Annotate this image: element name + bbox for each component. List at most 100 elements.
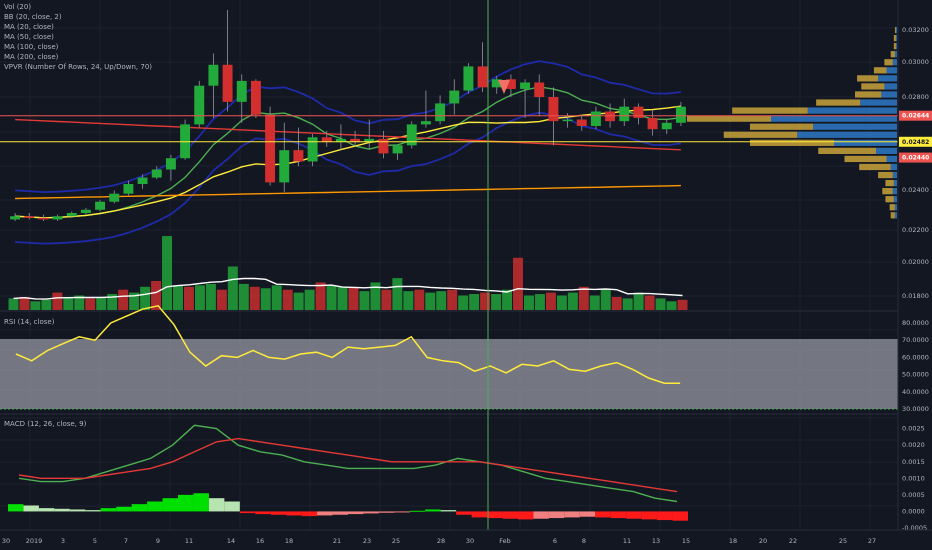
macd-histogram-bar	[100, 508, 117, 512]
macd-histogram-bar	[579, 511, 596, 517]
candle-body[interactable]	[435, 103, 446, 122]
legend-ma50[interactable]: MA (50, close)	[4, 33, 54, 41]
candle-body[interactable]	[675, 106, 686, 123]
candle-body[interactable]	[222, 64, 233, 102]
candle-body[interactable]	[633, 106, 644, 118]
volume-bar	[271, 285, 282, 310]
candle-body[interactable]	[279, 150, 290, 183]
macd-histogram-bar	[348, 511, 364, 515]
candle-body[interactable]	[420, 121, 431, 125]
candle-body[interactable]	[137, 177, 148, 184]
macd-histogram-bar	[672, 511, 688, 521]
legend-ma200[interactable]: MA (200, close)	[4, 53, 59, 61]
candle-body[interactable]	[477, 66, 488, 88]
candle-body[interactable]	[449, 90, 460, 104]
candle-body[interactable]	[548, 97, 559, 122]
candle-body[interactable]	[52, 216, 63, 220]
macd-histogram-bar	[116, 506, 132, 512]
volume-bar	[238, 283, 249, 310]
volume-profile-up-bar	[895, 34, 897, 42]
candle-body[interactable]	[165, 158, 176, 170]
macd-histogram-bar	[23, 505, 39, 512]
candle-body[interactable]	[534, 82, 545, 98]
candle-body[interactable]	[265, 114, 276, 183]
rsi-axis-tick: 40.0000	[902, 388, 929, 396]
candle-body[interactable]	[123, 184, 134, 194]
volume-profile-down-bar	[750, 139, 834, 146]
candle-body[interactable]	[236, 80, 247, 102]
candle-body[interactable]	[605, 111, 616, 122]
candle-body[interactable]	[109, 193, 120, 202]
candle-body[interactable]	[619, 106, 630, 122]
candle-body[interactable]	[562, 119, 573, 122]
candle-body[interactable]	[576, 119, 587, 126]
macd-histogram-bar	[641, 511, 658, 520]
legend-vol[interactable]: Vol (20)	[4, 3, 31, 11]
macd-histogram-bar	[610, 511, 627, 519]
macd-histogram-bar	[85, 510, 101, 512]
legend-ma20[interactable]: MA (20, close)	[4, 23, 54, 31]
candle-body[interactable]	[307, 137, 318, 162]
volume-bar	[381, 289, 392, 310]
macd-axis-tick: 0.0000	[902, 507, 925, 515]
volume-bar	[633, 292, 644, 310]
candle-body[interactable]	[378, 138, 389, 154]
candle-body[interactable]	[24, 216, 35, 218]
volume-bar	[249, 286, 260, 310]
candle-body[interactable]	[38, 217, 49, 220]
volume-profile-up-bar	[884, 83, 897, 90]
candle-body[interactable]	[250, 80, 261, 115]
candle-body[interactable]	[392, 145, 403, 154]
time-axis-tick: 14	[227, 537, 235, 545]
candle-body[interactable]	[10, 216, 21, 220]
macd-histogram-bar	[487, 511, 503, 519]
price-axis-tick: 0.02000	[902, 258, 929, 266]
candle-body[interactable]	[647, 117, 658, 130]
time-axis-tick: 28	[437, 537, 445, 545]
candle-body[interactable]	[520, 82, 531, 89]
legend-bb[interactable]: BB (20, close, 2)	[4, 13, 62, 21]
macd-histogram-bar	[533, 511, 549, 519]
macd-axis-tick: 0.0015	[902, 458, 925, 466]
volume-profile-down-bar	[723, 131, 798, 138]
volume-bar	[194, 285, 205, 310]
candle-body[interactable]	[463, 66, 474, 91]
time-axis-tick: Feb	[499, 537, 511, 545]
macd-histogram-bar	[301, 511, 318, 517]
volume-bar	[622, 298, 633, 310]
volume-profile-down-bar	[878, 171, 893, 179]
legend-vpvr[interactable]: VPVR (Number Of Rows, 24, Up/Down, 70)	[4, 63, 152, 71]
volume-bar	[502, 289, 513, 310]
volume-bar	[425, 292, 436, 310]
candle-body[interactable]	[661, 122, 672, 130]
legend-rsi[interactable]: RSI (14, close)	[4, 318, 55, 326]
volume-profile-up-bar	[813, 123, 897, 130]
legend-ma100[interactable]: MA (100, close)	[4, 43, 59, 51]
macd-histogram-bar	[564, 511, 580, 518]
volume-bar	[436, 291, 447, 310]
rsi-axis-tick: 30.0000	[902, 405, 929, 413]
volume-profile-up-bar	[797, 131, 897, 138]
candle-body[interactable]	[194, 85, 205, 125]
volume-bar	[118, 289, 129, 310]
macd-axis-tick: 0.0020	[902, 441, 925, 449]
candle-body[interactable]	[151, 169, 162, 178]
macd-histogram-bar	[208, 498, 225, 512]
volume-profile-up-bar	[771, 115, 897, 122]
time-axis-tick: 13	[652, 537, 660, 545]
candle-body[interactable]	[590, 111, 601, 127]
candle-body[interactable]	[95, 201, 106, 210]
legend-macd[interactable]: MACD (12, 26, close, 9)	[4, 420, 87, 428]
volume-bar	[392, 278, 403, 310]
candle-body[interactable]	[293, 150, 304, 162]
chart-canvas[interactable]: 0.03200 0.03000 0.02800 0.02400 0.02200 0.020…	[0, 0, 932, 550]
volume-bar	[173, 285, 183, 310]
volume-bar	[611, 296, 622, 310]
macd-histogram-bar	[54, 508, 70, 512]
macd-histogram-bar	[440, 510, 457, 512]
volume-bar	[282, 289, 293, 310]
candle-body[interactable]	[66, 213, 77, 217]
candle-body[interactable]	[208, 64, 219, 86]
candle-body[interactable]	[80, 209, 91, 213]
time-axis-tick: 18	[729, 537, 737, 545]
